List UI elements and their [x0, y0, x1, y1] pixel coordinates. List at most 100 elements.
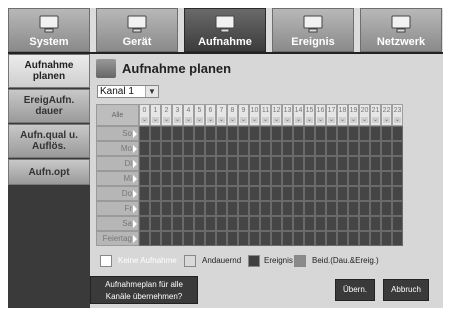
- tab-system[interactable]: System: [8, 8, 90, 52]
- schedule-cell[interactable]: [392, 186, 403, 201]
- schedule-cell[interactable]: [304, 216, 315, 231]
- schedule-cell[interactable]: [238, 156, 249, 171]
- tab-netzwerk[interactable]: Netzwerk: [360, 8, 442, 52]
- schedule-cell[interactable]: [161, 201, 172, 216]
- schedule-cell[interactable]: [150, 171, 161, 186]
- hour-header[interactable]: 11 ⌄: [260, 104, 271, 126]
- schedule-cell[interactable]: [304, 201, 315, 216]
- schedule-cell[interactable]: [271, 186, 282, 201]
- schedule-cell[interactable]: [304, 186, 315, 201]
- hour-header[interactable]: 19 ⌄: [348, 104, 359, 126]
- schedule-cell[interactable]: [359, 216, 370, 231]
- schedule-cell[interactable]: [194, 186, 205, 201]
- schedule-cell[interactable]: [260, 171, 271, 186]
- hour-header[interactable]: 12 ⌄: [271, 104, 282, 126]
- schedule-cell[interactable]: [183, 216, 194, 231]
- schedule-cell[interactable]: [271, 156, 282, 171]
- schedule-cell[interactable]: [282, 141, 293, 156]
- schedule-cell[interactable]: [183, 231, 194, 246]
- hour-header[interactable]: 23 ⌄: [392, 104, 403, 126]
- apply-all-channels-button[interactable]: Aufnahmeplan für alle Kanäle übernehmen?: [90, 276, 198, 304]
- schedule-cell[interactable]: [216, 216, 227, 231]
- schedule-cell[interactable]: [249, 171, 260, 186]
- schedule-cell[interactable]: [337, 126, 348, 141]
- schedule-cell[interactable]: [194, 231, 205, 246]
- schedule-cell[interactable]: [161, 216, 172, 231]
- schedule-cell[interactable]: [282, 126, 293, 141]
- schedule-cell[interactable]: [370, 126, 381, 141]
- schedule-cell[interactable]: [172, 171, 183, 186]
- schedule-cell[interactable]: [161, 231, 172, 246]
- schedule-cell[interactable]: [359, 201, 370, 216]
- schedule-cell[interactable]: [150, 186, 161, 201]
- hour-header[interactable]: 7 ⌄: [216, 104, 227, 126]
- schedule-cell[interactable]: [260, 216, 271, 231]
- schedule-cell[interactable]: [260, 201, 271, 216]
- schedule-cell[interactable]: [205, 201, 216, 216]
- schedule-cell[interactable]: [370, 156, 381, 171]
- schedule-cell[interactable]: [227, 156, 238, 171]
- schedule-cell[interactable]: [172, 126, 183, 141]
- schedule-cell[interactable]: [183, 186, 194, 201]
- schedule-cell[interactable]: [183, 126, 194, 141]
- schedule-cell[interactable]: [227, 201, 238, 216]
- schedule-cell[interactable]: [337, 231, 348, 246]
- schedule-cell[interactable]: [183, 156, 194, 171]
- schedule-cell[interactable]: [161, 156, 172, 171]
- schedule-cell[interactable]: [293, 201, 304, 216]
- day-row-header[interactable]: Di: [96, 156, 139, 171]
- schedule-cell[interactable]: [194, 201, 205, 216]
- schedule-cell[interactable]: [381, 216, 392, 231]
- hour-header[interactable]: 20 ⌄: [359, 104, 370, 126]
- schedule-cell[interactable]: [337, 141, 348, 156]
- schedule-cell[interactable]: [293, 171, 304, 186]
- schedule-cell[interactable]: [205, 186, 216, 201]
- schedule-cell[interactable]: [249, 141, 260, 156]
- schedule-cell[interactable]: [150, 141, 161, 156]
- hour-header[interactable]: 1 ⌄: [150, 104, 161, 126]
- schedule-cell[interactable]: [139, 156, 150, 171]
- schedule-cell[interactable]: [161, 171, 172, 186]
- schedule-cell[interactable]: [238, 171, 249, 186]
- schedule-cell[interactable]: [139, 141, 150, 156]
- schedule-cell[interactable]: [271, 126, 282, 141]
- sidebar-item-4[interactable]: Aufn.opt: [8, 159, 90, 185]
- schedule-cell[interactable]: [227, 186, 238, 201]
- hour-header[interactable]: 17 ⌄: [326, 104, 337, 126]
- day-row-header[interactable]: So: [96, 126, 139, 141]
- hour-header[interactable]: 6 ⌄: [205, 104, 216, 126]
- schedule-cell[interactable]: [205, 126, 216, 141]
- schedule-cell[interactable]: [381, 156, 392, 171]
- schedule-cell[interactable]: [238, 231, 249, 246]
- schedule-cell[interactable]: [205, 171, 216, 186]
- schedule-cell[interactable]: [172, 156, 183, 171]
- schedule-cell[interactable]: [183, 171, 194, 186]
- schedule-cell[interactable]: [392, 141, 403, 156]
- schedule-cell[interactable]: [293, 216, 304, 231]
- schedule-cell[interactable]: [282, 216, 293, 231]
- hour-header[interactable]: 16 ⌄: [315, 104, 326, 126]
- schedule-cell[interactable]: [150, 201, 161, 216]
- schedule-cell[interactable]: [172, 201, 183, 216]
- schedule-cell[interactable]: [139, 216, 150, 231]
- schedule-cell[interactable]: [359, 171, 370, 186]
- schedule-cell[interactable]: [381, 231, 392, 246]
- schedule-cell[interactable]: [337, 216, 348, 231]
- schedule-cell[interactable]: [172, 141, 183, 156]
- schedule-cell[interactable]: [227, 141, 238, 156]
- schedule-cell[interactable]: [216, 156, 227, 171]
- schedule-cell[interactable]: [359, 156, 370, 171]
- schedule-cell[interactable]: [326, 171, 337, 186]
- schedule-cell[interactable]: [315, 216, 326, 231]
- tab-aufnahme[interactable]: Aufnahme: [184, 8, 266, 52]
- schedule-cell[interactable]: [183, 141, 194, 156]
- schedule-cell[interactable]: [304, 171, 315, 186]
- day-row-header[interactable]: Mi: [96, 171, 139, 186]
- schedule-cell[interactable]: [216, 126, 227, 141]
- schedule-cell[interactable]: [271, 171, 282, 186]
- schedule-cell[interactable]: [172, 186, 183, 201]
- schedule-cell[interactable]: [271, 201, 282, 216]
- channel-select[interactable]: Kanal 1 ▼: [97, 85, 159, 98]
- schedule-cell[interactable]: [293, 186, 304, 201]
- schedule-cell[interactable]: [282, 231, 293, 246]
